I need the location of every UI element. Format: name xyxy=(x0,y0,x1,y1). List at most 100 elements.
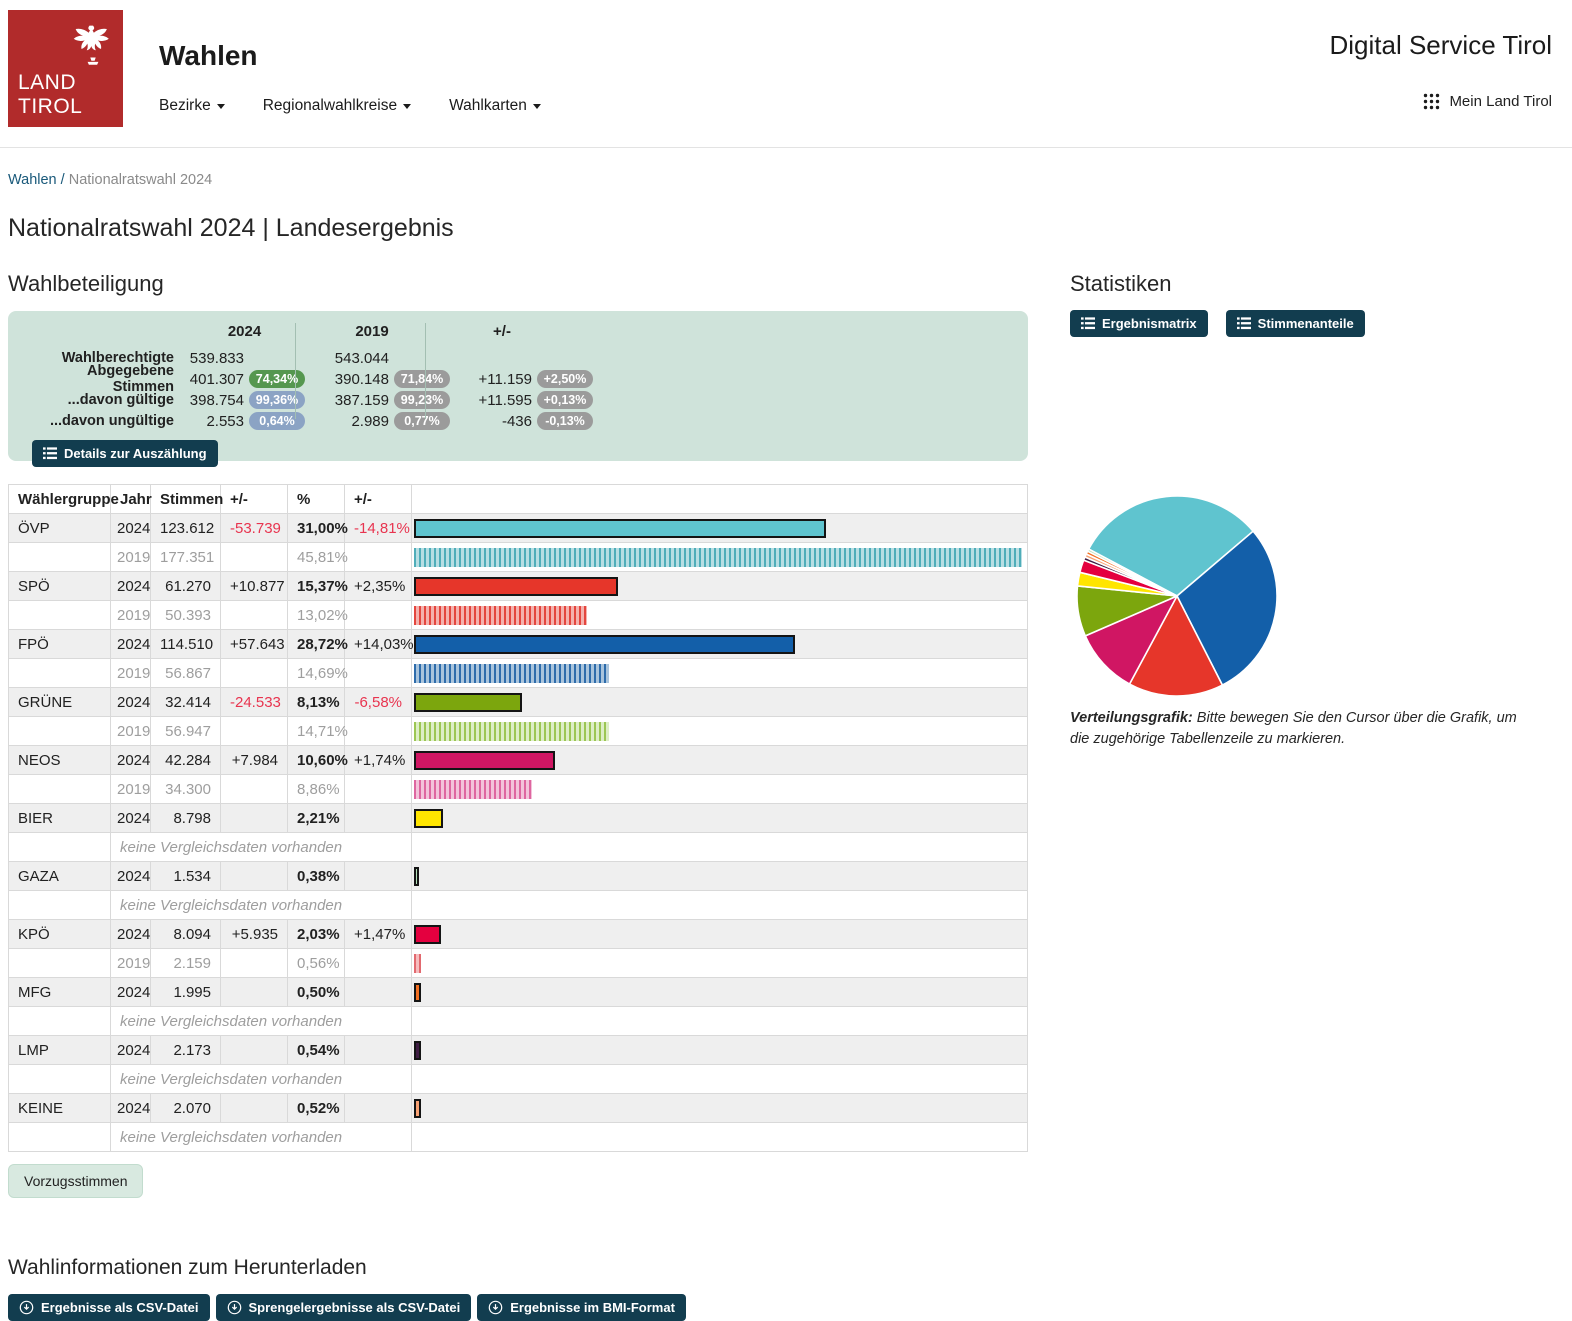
year-cell: 2019 xyxy=(111,717,151,746)
turnout-cell: 390.148 xyxy=(311,371,389,388)
party-row-2024: GRÜNE202432.414-24.5338,13%-6,58% xyxy=(9,688,1028,717)
percent-diff-cell: -14,81% xyxy=(345,514,412,543)
no-comparison-data-cell: keine Vergleichsdaten vorhanden xyxy=(111,1123,412,1152)
percent-diff-cell xyxy=(345,717,412,746)
party-name-cell xyxy=(9,659,111,688)
apps-grid-icon xyxy=(1423,93,1440,110)
percent-cell: 31,00% xyxy=(288,514,345,543)
list-icon xyxy=(1081,317,1095,330)
download-icon xyxy=(19,1300,34,1315)
party-name-cell: GRÜNE xyxy=(9,688,111,717)
percentage-badge: +2,50% xyxy=(537,370,593,388)
turnout-col-header: +/- xyxy=(437,323,567,345)
votes-cell: 34.300 xyxy=(151,775,221,804)
column-header: +/- xyxy=(345,485,412,514)
votes-diff-cell: +7.984 xyxy=(221,746,288,775)
mein-land-tirol-button[interactable]: Mein Land Tirol xyxy=(1329,93,1552,110)
nav-item-label: Wahlkarten xyxy=(449,97,527,115)
no-comparison-data-cell: keine Vergleichsdaten vorhanden xyxy=(111,833,412,862)
year-cell: 2019 xyxy=(111,659,151,688)
no-comparison-data-cell: keine Vergleichsdaten vorhanden xyxy=(111,891,412,920)
results-table: WählergruppeJahrStimmen+/-%+/- ÖVP202412… xyxy=(8,484,1028,1152)
column-header: +/- xyxy=(221,485,288,514)
percent-cell: 2,21% xyxy=(288,804,345,833)
breadcrumb-home-link[interactable]: Wahlen xyxy=(8,172,57,188)
bar-cell xyxy=(412,1036,1028,1065)
nav-item-label: Bezirke xyxy=(159,97,211,115)
year-cell: 2024 xyxy=(111,1036,151,1065)
year-cell: 2024 xyxy=(111,804,151,833)
bar-cell xyxy=(412,949,1028,978)
year-cell: 2019 xyxy=(111,949,151,978)
stimmenanteile-button[interactable]: Stimmenanteile xyxy=(1226,310,1365,337)
ergebnismatrix-button[interactable]: Ergebnismatrix xyxy=(1070,310,1208,337)
bar-cell xyxy=(412,920,1028,949)
party-row-2019: 201934.3008,86% xyxy=(9,775,1028,804)
party-name-cell: MFG xyxy=(9,978,111,1007)
year-cell: 2024 xyxy=(111,688,151,717)
party-name-cell: BIER xyxy=(9,804,111,833)
year-cell: 2024 xyxy=(111,862,151,891)
votes-diff-cell xyxy=(221,978,288,1007)
percent-diff-cell xyxy=(345,862,412,891)
year-cell: 2019 xyxy=(111,601,151,630)
bar-cell xyxy=(412,833,1028,862)
breadcrumb-current: Nationalratswahl 2024 xyxy=(69,172,212,188)
percent-diff-cell xyxy=(345,659,412,688)
percent-cell: 28,72% xyxy=(288,630,345,659)
account-label: Mein Land Tirol xyxy=(1449,93,1552,110)
result-bar-2024 xyxy=(414,809,443,828)
download-button[interactable]: Sprengelergebnisse als CSV-Datei xyxy=(216,1294,472,1321)
bar-cell xyxy=(412,1123,1028,1152)
download-icon xyxy=(227,1300,242,1315)
votes-cell: 8.094 xyxy=(151,920,221,949)
turnout-cell: +11.595 xyxy=(456,392,532,409)
vorzugsstimmen-button[interactable]: Vorzugsstimmen xyxy=(8,1164,143,1198)
brand-title: Digital Service Tirol xyxy=(1329,30,1552,61)
nav-item-regionalwahlkreise[interactable]: Regionalwahlkreise xyxy=(263,97,411,115)
result-bar-2024 xyxy=(414,983,421,1002)
party-name-cell xyxy=(9,1123,111,1152)
download-button[interactable]: Ergebnisse im BMI-Format xyxy=(477,1294,686,1321)
nav-item-bezirke[interactable]: Bezirke xyxy=(159,97,225,115)
site-header: LAND TIROL Wahlen BezirkeRegionalwahlkre… xyxy=(0,0,1572,148)
percent-diff-cell: +14,03% xyxy=(345,630,412,659)
divider xyxy=(295,323,296,419)
bar-column-header xyxy=(412,485,1028,514)
party-row-2024: KEINE20242.0700,52% xyxy=(9,1094,1028,1123)
party-name-cell: NEOS xyxy=(9,746,111,775)
result-bar-2024 xyxy=(414,693,522,712)
percent-cell: 0,52% xyxy=(288,1094,345,1123)
details-zur-auszaehlung-button[interactable]: Details zur Auszählung xyxy=(32,440,218,467)
results-table-header-row: WählergruppeJahrStimmen+/-%+/- xyxy=(9,485,1028,514)
votes-diff-cell: +57.643 xyxy=(221,630,288,659)
nav-item-label: Regionalwahlkreise xyxy=(263,97,397,115)
party-row-2019: 201950.39313,02% xyxy=(9,601,1028,630)
percent-cell: 8,13% xyxy=(288,688,345,717)
percent-diff-cell: +1,74% xyxy=(345,746,412,775)
party-row-2019: keine Vergleichsdaten vorhanden xyxy=(9,891,1028,920)
percent-cell: 0,50% xyxy=(288,978,345,1007)
result-bar-2019 xyxy=(414,548,1022,567)
year-cell: 2024 xyxy=(111,514,151,543)
votes-diff-cell xyxy=(221,717,288,746)
download-button[interactable]: Ergebnisse als CSV-Datei xyxy=(8,1294,210,1321)
party-name-cell xyxy=(9,717,111,746)
percent-diff-cell xyxy=(345,1094,412,1123)
land-tirol-logo[interactable]: LAND TIROL xyxy=(8,10,123,127)
bar-cell xyxy=(412,746,1028,775)
percent-cell: 0,56% xyxy=(288,949,345,978)
percent-cell: 14,71% xyxy=(288,717,345,746)
chevron-down-icon xyxy=(403,104,411,109)
turnout-cell: 387.159 xyxy=(311,392,389,409)
nav-item-wahlkarten[interactable]: Wahlkarten xyxy=(449,97,541,115)
distribution-pie-chart xyxy=(1074,493,1280,699)
bar-cell xyxy=(412,1094,1028,1123)
chevron-down-icon xyxy=(533,104,541,109)
party-name-cell xyxy=(9,891,111,920)
bar-cell xyxy=(412,543,1028,572)
result-bar-2019 xyxy=(414,780,532,799)
logo-text: LAND TIROL xyxy=(18,71,82,119)
votes-cell: 2.173 xyxy=(151,1036,221,1065)
percent-diff-cell xyxy=(345,978,412,1007)
